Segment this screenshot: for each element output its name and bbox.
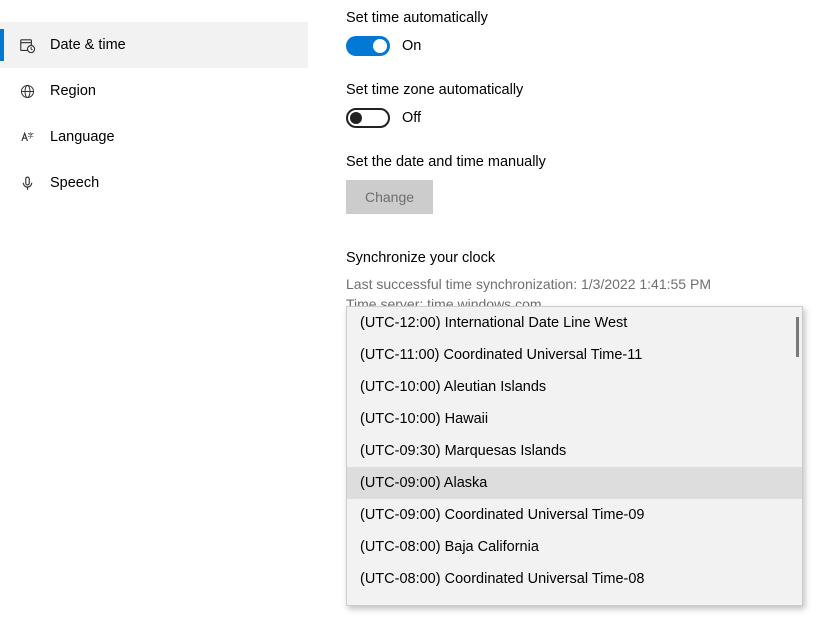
- set-timezone-automatically-toggle[interactable]: [346, 108, 390, 128]
- toggle-state-text: On: [402, 38, 421, 54]
- language-icon: 字: [18, 128, 36, 146]
- sidebar-item-label: Date & time: [50, 37, 126, 53]
- set-date-time-manually-label: Set the date and time manually: [346, 154, 800, 170]
- sidebar-item-language[interactable]: 字 Language: [0, 114, 308, 160]
- svg-text:字: 字: [27, 130, 33, 139]
- set-timezone-automatically-label: Set time zone automatically: [346, 82, 800, 98]
- calendar-clock-icon: [18, 36, 36, 54]
- timezone-option[interactable]: (UTC-12:00) International Date Line West: [347, 307, 802, 339]
- timezone-option[interactable]: (UTC-09:30) Marquesas Islands: [347, 435, 802, 467]
- timezone-dropdown[interactable]: (UTC-12:00) International Date Line West…: [346, 306, 803, 606]
- synchronize-clock-heading: Synchronize your clock: [346, 250, 800, 266]
- scrollbar-thumb[interactable]: [796, 317, 799, 357]
- sidebar-item-speech[interactable]: Speech: [0, 160, 308, 206]
- sidebar-item-label: Language: [50, 129, 115, 145]
- set-time-automatically-toggle[interactable]: [346, 36, 390, 56]
- timezone-option[interactable]: (UTC-08:00) Baja California: [347, 531, 802, 563]
- timezone-option[interactable]: (UTC-09:00) Alaska: [347, 467, 802, 499]
- change-button[interactable]: Change: [346, 180, 433, 214]
- sidebar-item-label: Speech: [50, 175, 99, 191]
- last-sync-text: Last successful time synchronization: 1/…: [346, 276, 800, 292]
- sidebar-item-region[interactable]: Region: [0, 68, 308, 114]
- timezone-option[interactable]: (UTC-11:00) Coordinated Universal Time-1…: [347, 339, 802, 371]
- sidebar-item-date-time[interactable]: Date & time: [0, 22, 308, 68]
- globe-icon: [18, 82, 36, 100]
- timezone-option[interactable]: (UTC-08:00) Coordinated Universal Time-0…: [347, 563, 802, 595]
- sidebar-item-label: Region: [50, 83, 96, 99]
- sidebar: Date & time Region 字 Language: [0, 0, 308, 638]
- toggle-state-text: Off: [402, 110, 421, 126]
- timezone-dropdown-list: (UTC-12:00) International Date Line West…: [347, 307, 802, 595]
- set-time-automatically-label: Set time automatically: [346, 10, 800, 26]
- timezone-option[interactable]: (UTC-10:00) Hawaii: [347, 403, 802, 435]
- timezone-option[interactable]: (UTC-09:00) Coordinated Universal Time-0…: [347, 499, 802, 531]
- timezone-option[interactable]: (UTC-10:00) Aleutian Islands: [347, 371, 802, 403]
- microphone-icon: [18, 174, 36, 192]
